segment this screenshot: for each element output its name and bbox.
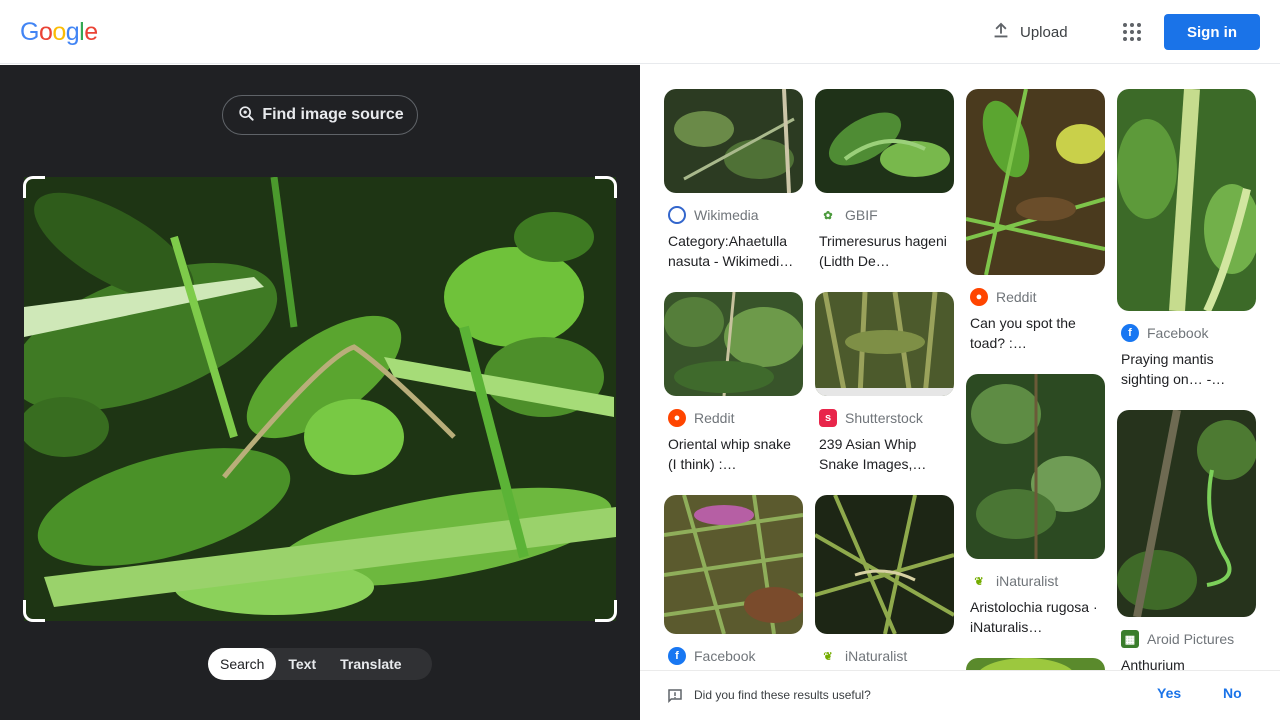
source-name: Reddit [996, 289, 1037, 305]
results-panel: Wikimedia Category:Ahaetulla nasuta - Wi… [640, 65, 1280, 720]
gbif-icon: ✿ [819, 206, 837, 224]
inaturalist-icon: ❦ [819, 647, 837, 665]
results-column: ✿ GBIF Trimeresurus hageni (Lidth De… s … [815, 89, 954, 666]
result-card[interactable]: f Facebook Praying mantis sighting on… -… [1117, 89, 1256, 389]
google-logo[interactable]: Google [20, 18, 98, 47]
tab-text[interactable]: Text [276, 648, 328, 680]
wikimedia-icon [668, 206, 686, 224]
result-source: f Facebook [1117, 323, 1256, 343]
result-card[interactable]: ● Reddit Oriental whip snake (I think) :… [664, 292, 803, 474]
feedback-yes-button[interactable]: Yes [1157, 685, 1181, 701]
logo-letter: g [65, 18, 80, 46]
result-thumbnail[interactable] [664, 495, 803, 634]
result-source: Wikimedia [664, 205, 803, 225]
results-column: ● Reddit Can you spot the toad? :… ❦ iNa… [966, 89, 1105, 720]
tab-translate[interactable]: Translate [328, 648, 413, 680]
result-source: ● Reddit [966, 287, 1105, 307]
result-title[interactable]: 239 Asian Whip Snake Images,… [815, 434, 954, 474]
crop-handle-bottom-left[interactable] [23, 600, 45, 622]
find-image-source-button[interactable]: Find image source [222, 95, 418, 135]
result-title[interactable]: Aristolochia rugosa · iNaturalis… [966, 597, 1105, 637]
result-card[interactable]: s Shutterstock 239 Asian Whip Snake Imag… [815, 292, 954, 474]
results-column: f Facebook Praying mantis sighting on… -… [1117, 89, 1256, 695]
crop-handle-bottom-right[interactable] [595, 600, 617, 622]
result-source: ▦ Aroid Pictures [1117, 629, 1256, 649]
logo-letter: e [84, 18, 98, 46]
result-card[interactable]: ❦ iNaturalist [815, 495, 954, 666]
result-card[interactable]: ▦ Aroid Pictures Anthurium [1117, 410, 1256, 695]
source-name: Aroid Pictures [1147, 631, 1235, 647]
results-column: Wikimedia Category:Ahaetulla nasuta - Wi… [664, 89, 803, 666]
result-card[interactable]: ● Reddit Can you spot the toad? :… [966, 89, 1105, 353]
logo-letter: G [20, 18, 39, 46]
source-name: Wikimedia [694, 207, 759, 223]
mode-tabs: Search Text Translate [208, 648, 432, 680]
source-name: Reddit [694, 410, 735, 426]
source-name: Shutterstock [845, 410, 923, 426]
result-card[interactable]: f Facebook [664, 495, 803, 666]
find-source-label: Find image source [262, 106, 404, 123]
result-thumbnail[interactable] [966, 374, 1105, 559]
result-source: ❦ iNaturalist [966, 571, 1105, 591]
crop-area[interactable] [23, 176, 617, 622]
result-thumbnail[interactable] [1117, 89, 1256, 311]
result-source: ✿ GBIF [815, 205, 954, 225]
result-title[interactable]: Oriental whip snake (I think) :… [664, 434, 803, 474]
result-card[interactable]: ❦ iNaturalist Aristolochia rugosa · iNat… [966, 374, 1105, 637]
logo-letter: o [38, 18, 53, 46]
result-card[interactable]: Wikimedia Category:Ahaetulla nasuta - Wi… [664, 89, 803, 271]
result-title[interactable]: Category:Ahaetulla nasuta - Wikimedi… [664, 231, 803, 271]
aroid-pictures-icon: ▦ [1121, 630, 1139, 648]
result-thumbnail[interactable] [966, 89, 1105, 275]
source-name: iNaturalist [996, 573, 1059, 589]
feedback-bar: Did you find these results useful? Yes N… [640, 670, 1280, 720]
result-thumbnail[interactable] [1117, 410, 1256, 617]
source-name: GBIF [845, 207, 878, 223]
result-thumbnail[interactable] [815, 292, 954, 396]
sign-in-button[interactable]: Sign in [1164, 14, 1260, 50]
top-bar: Google Upload Sign in [0, 0, 1280, 64]
shutterstock-icon: s [819, 409, 837, 427]
source-name: iNaturalist [845, 648, 908, 664]
reddit-icon: ● [970, 288, 988, 306]
result-thumbnail[interactable] [815, 495, 954, 634]
upload-button[interactable]: Upload [990, 18, 1068, 46]
result-thumbnail[interactable] [815, 89, 954, 193]
result-thumbnail[interactable] [664, 89, 803, 193]
tab-search[interactable]: Search [208, 648, 277, 680]
facebook-icon: f [668, 647, 686, 665]
result-title[interactable]: Praying mantis sighting on… -… [1117, 349, 1256, 389]
result-source: ● Reddit [664, 408, 803, 428]
result-title[interactable]: Trimeresurus hageni (Lidth De… [815, 231, 954, 271]
result-thumbnail[interactable] [664, 292, 803, 396]
facebook-icon: f [1121, 324, 1139, 342]
source-name: Facebook [1147, 325, 1209, 341]
lens-search-icon [236, 103, 256, 128]
reddit-icon: ● [668, 409, 686, 427]
result-card[interactable]: ✿ GBIF Trimeresurus hageni (Lidth De… [815, 89, 954, 271]
crop-handle-top-left[interactable] [23, 176, 45, 198]
result-title[interactable]: Can you spot the toad? :… [966, 313, 1105, 353]
query-panel: Find image source Search Text Translate [0, 65, 640, 720]
upload-icon [990, 19, 1012, 45]
logo-letter: o [52, 18, 66, 46]
result-source: ❦ iNaturalist [815, 646, 954, 666]
feedback-no-button[interactable]: No [1223, 685, 1242, 701]
apps-grid-icon[interactable] [1120, 20, 1144, 44]
inaturalist-icon: ❦ [970, 572, 988, 590]
crop-handle-top-right[interactable] [595, 176, 617, 198]
query-image [24, 177, 616, 621]
result-source: f Facebook [664, 646, 803, 666]
source-name: Facebook [694, 648, 756, 664]
feedback-icon [666, 687, 684, 710]
upload-label: Upload [1020, 23, 1068, 41]
feedback-question: Did you find these results useful? [694, 688, 871, 702]
result-source: s Shutterstock [815, 408, 954, 428]
